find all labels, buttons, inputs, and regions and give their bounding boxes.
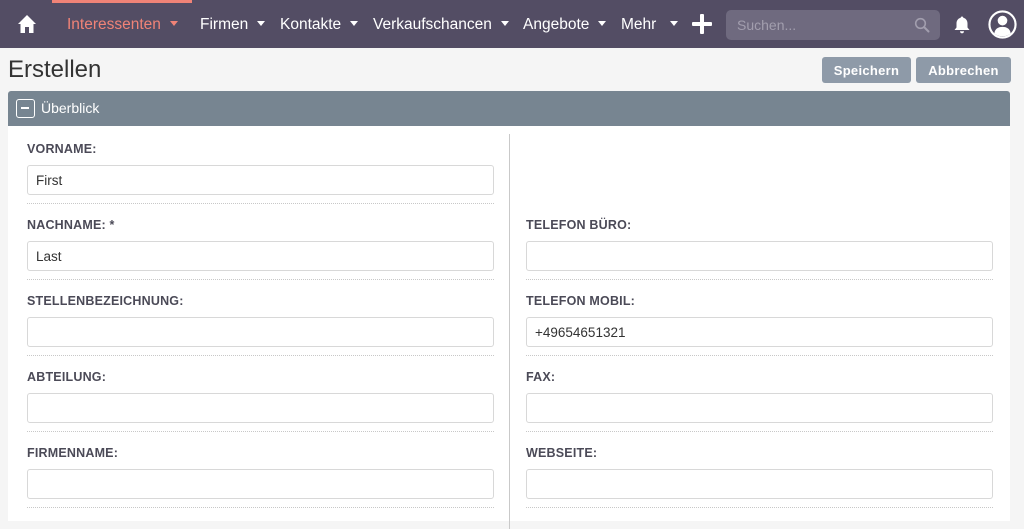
field-separator <box>27 355 494 356</box>
telefon-mobil-input[interactable] <box>526 317 993 347</box>
column-divider <box>509 134 510 529</box>
field-separator <box>27 279 494 280</box>
field-webseite: WEBSEITE: <box>526 444 993 508</box>
field-separator <box>27 431 494 432</box>
field-stellenbezeichnung: STELLENBEZEICHNUNG: <box>27 292 494 356</box>
user-avatar-icon[interactable] <box>988 10 1017 39</box>
overview-panel-body: VORNAME: NACHNAME: * STELLENBEZEICHNUNG:… <box>8 126 1010 529</box>
nav-item-mehr[interactable]: Mehr <box>621 0 679 48</box>
vorname-input[interactable] <box>27 165 494 195</box>
nachname-input[interactable] <box>27 241 494 271</box>
minus-square-icon[interactable] <box>16 99 35 118</box>
field-abteilung: ABTEILUNG: <box>27 368 494 432</box>
field-separator <box>526 431 993 432</box>
panel-title: Überblick <box>41 100 100 116</box>
plus-icon[interactable] <box>692 14 712 34</box>
field-separator <box>526 355 993 356</box>
field-separator <box>27 203 494 204</box>
field-label: VORNAME: <box>27 142 97 156</box>
caret-down-icon <box>169 21 178 27</box>
field-separator <box>526 507 993 508</box>
nav-item-label: Kontakte <box>280 16 342 33</box>
panel-header-overview[interactable]: Überblick <box>8 91 1010 126</box>
field-label: ABTEILUNG: <box>27 370 107 384</box>
field-separator <box>27 507 494 508</box>
nav-item-label: Verkaufschancen <box>373 16 492 33</box>
caret-down-icon <box>257 21 266 27</box>
global-search <box>726 10 940 40</box>
field-nachname: NACHNAME: * <box>27 216 494 280</box>
top-navigation-bar: Interessenten Firmen Kontakte Verkaufsch… <box>0 0 1024 48</box>
nav-item-firmen[interactable]: Firmen <box>200 0 266 48</box>
bell-icon[interactable] <box>952 15 972 35</box>
nav-item-label: Angebote <box>523 16 590 33</box>
page-title: Erstellen <box>8 56 102 83</box>
telefon-buero-input[interactable] <box>526 241 993 271</box>
search-input[interactable] <box>726 10 906 40</box>
fax-input[interactable] <box>526 393 993 423</box>
field-telefon-buero: TELEFON BÜRO: <box>526 216 993 280</box>
nav-item-label: Firmen <box>200 16 249 33</box>
caret-down-icon <box>500 21 509 27</box>
caret-down-icon <box>598 21 607 27</box>
cancel-button[interactable]: Abbrechen <box>916 57 1011 83</box>
abteilung-input[interactable] <box>27 393 494 423</box>
search-icon[interactable] <box>914 17 930 33</box>
field-separator <box>526 279 993 280</box>
caret-down-icon <box>670 21 679 27</box>
stellenbezeichnung-input[interactable] <box>27 317 494 347</box>
field-telefon-mobil: TELEFON MOBIL: <box>526 292 993 356</box>
field-fax: FAX: <box>526 368 993 432</box>
home-icon[interactable] <box>17 14 37 34</box>
field-firmenname: FIRMENNAME: <box>27 444 494 508</box>
field-label: STELLENBEZEICHNUNG: <box>27 294 184 308</box>
caret-down-icon <box>350 21 359 27</box>
firmenname-input[interactable] <box>27 469 494 499</box>
field-label: TELEFON MOBIL: <box>526 294 636 308</box>
field-label: WEBSEITE: <box>526 446 598 460</box>
nav-item-kontakte[interactable]: Kontakte <box>280 0 359 48</box>
field-label: FAX: <box>526 370 556 384</box>
field-vorname: VORNAME: <box>27 140 494 204</box>
field-label: FIRMENNAME: <box>27 446 119 460</box>
nav-item-label: Mehr <box>621 16 657 33</box>
field-label: TELEFON BÜRO: <box>526 218 632 232</box>
nav-item-angebote[interactable]: Angebote <box>523 0 607 48</box>
save-button[interactable]: Speichern <box>822 57 911 83</box>
nav-item-label: Interessenten <box>67 16 161 33</box>
nav-item-verkaufschancen[interactable]: Verkaufschancen <box>373 0 509 48</box>
nav-item-interessenten[interactable]: Interessenten <box>67 0 178 48</box>
webseite-input[interactable] <box>526 469 993 499</box>
field-label: NACHNAME: * <box>27 218 115 232</box>
